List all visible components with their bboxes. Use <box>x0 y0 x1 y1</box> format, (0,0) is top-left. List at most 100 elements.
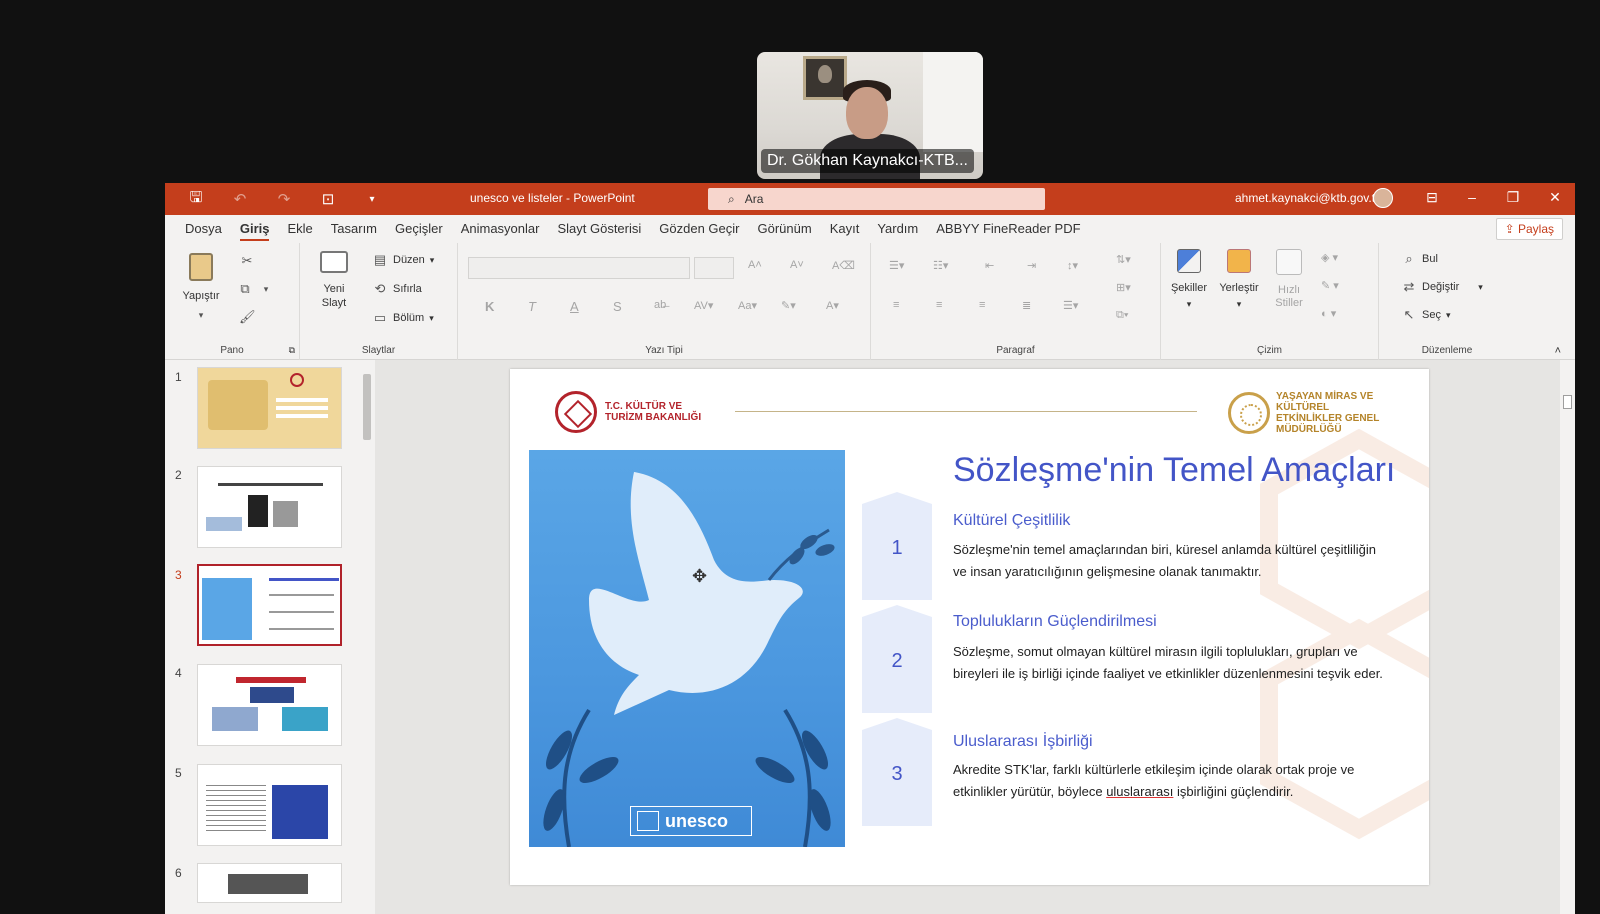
undo-icon[interactable]: ↶ <box>229 190 251 208</box>
grow-font-icon[interactable]: A˄ <box>748 259 762 271</box>
item-body: Sözleşme, somut olmayan kültürel mirasın… <box>953 644 1383 681</box>
customize-toolbar-icon[interactable]: ▾ <box>361 194 383 205</box>
unesco-badge-text: unesco <box>665 810 729 831</box>
share-button[interactable]: ⇪ Paylaş <box>1495 218 1563 240</box>
save-icon[interactable]: 🖫 <box>185 187 207 212</box>
redo-icon[interactable]: ↷ <box>273 190 295 208</box>
tab-yardim[interactable]: Yardım <box>868 215 927 243</box>
restore-icon[interactable]: ❐ <box>1503 189 1523 206</box>
align-text-icon[interactable]: ⊞▾ <box>1116 281 1131 294</box>
highlight-icon[interactable]: ✎▾ <box>781 299 796 312</box>
group-cizim: Şekiller ▾ Yerleştir ▾ Hızlı Stiller ◈ ▾… <box>1161 243 1379 360</box>
font-size-select[interactable] <box>694 257 734 279</box>
copy-icon[interactable]: ⧉ ▾ <box>237 281 274 297</box>
ribbon-display-icon[interactable]: ⊟ <box>1422 189 1442 206</box>
new-slide-label: Yeni Slayt <box>321 283 347 309</box>
justify-icon[interactable]: ≣ <box>1022 299 1031 312</box>
tab-ekle[interactable]: Ekle <box>278 215 321 243</box>
slide-thumbnail[interactable] <box>197 664 342 746</box>
increase-indent-icon[interactable]: ⇥ <box>1027 259 1036 272</box>
department-seal-icon <box>1228 392 1270 434</box>
slide-thumbnail[interactable] <box>197 367 342 449</box>
decrease-indent-icon[interactable]: ⇤ <box>985 259 994 272</box>
avatar[interactable] <box>1373 188 1393 208</box>
tab-slayt-gosterisi[interactable]: Slayt Gösterisi <box>548 215 650 243</box>
arrange-button[interactable]: Yerleştir ▾ <box>1217 249 1261 310</box>
shadow-button[interactable]: S <box>613 299 622 314</box>
tab-tasarim[interactable]: Tasarım <box>322 215 386 243</box>
quick-styles-button[interactable]: Hızlı Stiller <box>1267 249 1311 310</box>
reset-label: Sıfırla <box>393 283 422 295</box>
slide-scrollbar[interactable] <box>1560 360 1575 914</box>
new-slide-button[interactable]: Yeni Slayt <box>312 251 356 310</box>
scrollbar-thumb[interactable] <box>1563 395 1572 409</box>
ministry-logo-text: T.C. KÜLTÜR VE TURİZM BAKANLIĞI <box>605 401 702 423</box>
participant-name: Dr. Gökhan Kaynakcı-KTB... <box>761 149 974 173</box>
item-body-text: işbirliğini güçlendirir. <box>1173 784 1294 799</box>
find-button[interactable]: ⌕ Bul <box>1401 251 1438 267</box>
quick-styles-icon <box>1276 249 1302 275</box>
shrink-font-icon[interactable]: A˅ <box>790 259 804 271</box>
align-right-icon[interactable]: ≡ <box>979 299 985 311</box>
search-box[interactable]: ⌕ Ara <box>708 188 1045 210</box>
font-color-icon[interactable]: A▾ <box>826 299 839 312</box>
presentation-icon[interactable]: ⊡ <box>317 190 339 208</box>
columns-icon[interactable]: ☰▾ <box>1063 299 1078 312</box>
shape-fill-icon[interactable]: ◈ ▾ <box>1321 251 1338 264</box>
tab-dosya[interactable]: Dosya <box>176 215 231 243</box>
italic-button[interactable]: T <box>528 299 536 314</box>
numbering-icon[interactable]: ☷▾ <box>933 259 948 272</box>
char-spacing-icon[interactable]: AV▾ <box>694 299 713 312</box>
tab-abbyy[interactable]: ABBYY FineReader PDF <box>927 215 1089 243</box>
bold-button[interactable]: K <box>485 299 494 314</box>
cut-icon[interactable]: ✂ <box>239 253 255 269</box>
text-direction-icon[interactable]: ⇅▾ <box>1116 253 1131 266</box>
clear-format-icon[interactable]: A⌫ <box>832 259 855 272</box>
current-slide[interactable]: T.C. KÜLTÜR VE TURİZM BAKANLIĞI YAŞAYAN … <box>510 369 1429 885</box>
layout-icon: ▤ <box>373 252 387 267</box>
tab-giris[interactable]: Giriş <box>231 215 279 243</box>
bullets-icon[interactable]: ☰▾ <box>889 259 904 272</box>
collapse-ribbon-icon[interactable]: ˄ <box>1555 345 1561 357</box>
replace-button[interactable]: ⇄ Değiştir ▾ <box>1401 279 1483 295</box>
tab-gecisler[interactable]: Geçişler <box>386 215 452 243</box>
close-icon[interactable]: ✕ <box>1545 189 1565 206</box>
thumbnail-scrollbar[interactable] <box>361 360 373 914</box>
shape-effects-icon[interactable]: ◐ ▾ <box>1321 307 1336 320</box>
font-family-select[interactable] <box>468 257 690 279</box>
slide-thumbnail[interactable] <box>197 466 342 548</box>
dialog-launcher-icon[interactable]: ⧉ <box>289 345 295 356</box>
department-logo-text: YAŞAYAN MİRAS VE KÜLTÜREL ETKİNLİKLER GE… <box>1276 391 1380 435</box>
shape-outline-icon[interactable]: ✎ ▾ <box>1321 279 1339 292</box>
tab-animasyonlar[interactable]: Animasyonlar <box>452 215 549 243</box>
align-left-icon[interactable]: ≡ <box>893 299 899 311</box>
participant-video[interactable]: Dr. Gökhan Kaynakcı-KTB... <box>757 52 983 179</box>
underline-button[interactable]: A <box>570 299 579 314</box>
tab-gozden-gecir[interactable]: Gözden Geçir <box>650 215 748 243</box>
layout-button[interactable]: ▤ Düzen ▾ <box>372 252 434 268</box>
line-spacing-icon[interactable]: ↕▾ <box>1067 259 1078 272</box>
item-title: Toplulukların Güçlendirilmesi <box>953 613 1157 630</box>
minimize-icon[interactable]: – <box>1462 189 1482 205</box>
scrollbar-thumb[interactable] <box>363 374 371 440</box>
tab-kayit[interactable]: Kayıt <box>821 215 869 243</box>
section-button[interactable]: ▭ Bölüm ▾ <box>372 310 434 326</box>
dove-picture[interactable]: unesco <box>529 450 845 847</box>
paste-icon <box>189 253 213 281</box>
shapes-button[interactable]: Şekiller ▾ <box>1167 249 1211 310</box>
slide-thumbnail[interactable] <box>197 863 342 903</box>
slide-thumbnail-selected[interactable] <box>195 562 344 648</box>
paste-button[interactable]: Yapıştır ▾ <box>179 253 223 323</box>
smartart-icon[interactable]: ⧉▾ <box>1116 309 1128 322</box>
format-painter-icon[interactable]: 🖌 <box>239 309 256 325</box>
select-button[interactable]: ↖ Seç ▾ <box>1401 307 1451 323</box>
slide-thumbnail[interactable] <box>197 764 342 846</box>
reset-button[interactable]: ⟲ Sıfırla <box>372 281 422 297</box>
align-center-icon[interactable]: ≡ <box>936 299 942 311</box>
group-paragraf: ☰▾ ☷▾ ⇤ ⇥ ↕▾ ⇅▾ ⊞▾ ⧉▾ ≡ ≡ ≡ ≣ ☰▾ Paragra… <box>871 243 1161 360</box>
strikethrough-icon[interactable]: ab̶ <box>654 299 666 311</box>
change-case-icon[interactable]: Aa▾ <box>738 299 757 312</box>
tab-gorunum[interactable]: Görünüm <box>748 215 820 243</box>
header-divider <box>735 411 1197 412</box>
item-title: Uluslararası İşbirliği <box>953 733 1093 750</box>
